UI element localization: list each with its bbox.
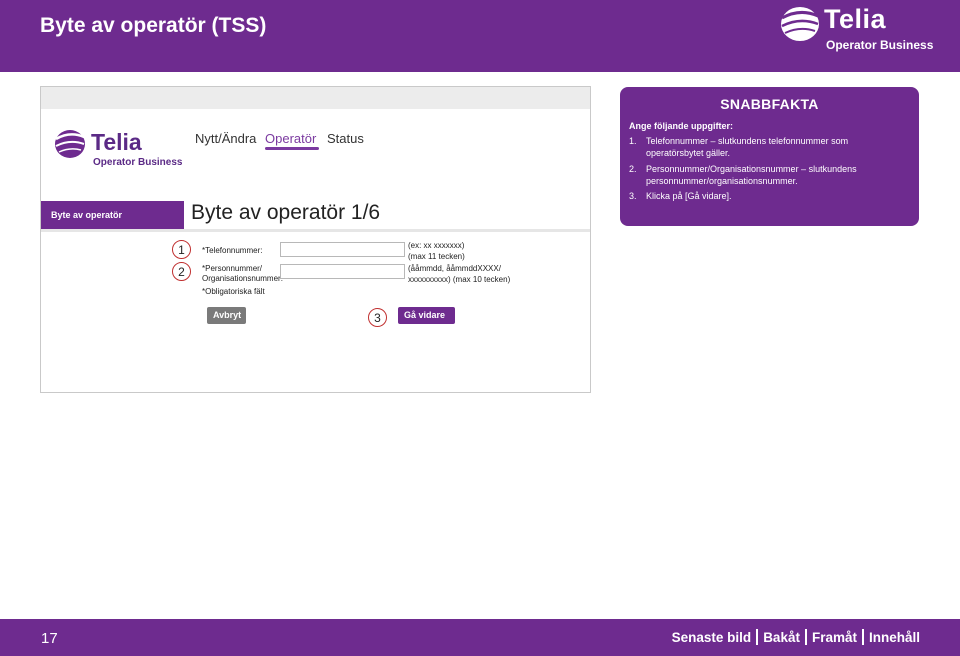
quick-facts-heading: SNABBFAKTA [720,96,819,112]
brand-name: Telia [824,4,887,34]
page-title: Byte av operatör (TSS) [40,14,267,37]
footer-bar: 17 Senaste bild Bakåt Framåt Innehåll [0,619,960,656]
item-text: Klicka på [Gå vidare]. [646,191,732,201]
marker-2: 2 [172,262,191,281]
telia-pebble-icon [781,7,819,41]
item-text: Telefonnummer – slutkundens telefonnumme… [646,136,849,158]
sidebar-item-byte-av-operator[interactable]: Byte av operatör [41,201,184,229]
personal-id-hint-1: (ååmmdd, ååmmddXXXX/ [408,264,501,273]
item-text: Personnummer/Organisationsnummer – slutk… [646,164,857,186]
personal-id-label-1: *Personnummer/ [202,264,263,273]
nav-item-status[interactable]: Status [327,131,364,146]
phone-hint-1: (ex: xx xxxxxxx) [408,241,465,250]
divider [804,629,807,645]
nav-item-nytt-andra[interactable]: Nytt/Ändra [195,131,256,146]
top-header: Byte av operatör (TSS) Telia Operator Bu… [0,0,960,72]
brand-sub: Operator Business [826,38,934,52]
quick-facts-intro: Ange följande uppgifter: [629,121,733,131]
footer-nav: Senaste bild Bakåt Framåt Innehåll [672,629,920,645]
next-button[interactable]: Gå vidare [398,307,455,324]
contents-link[interactable]: Innehåll [869,630,920,645]
required-note: *Obligatoriska fält [202,287,265,296]
telia-brand: Telia Operator Business [778,4,938,56]
form-logo: Telia Operator Business [53,127,193,171]
divider [861,629,864,645]
item-number: 3. [629,191,637,201]
form-logo-sub: Operator Business [93,157,183,168]
cancel-button[interactable]: Avbryt [207,307,246,324]
latest-slide-link[interactable]: Senaste bild [672,630,752,645]
back-link[interactable]: Bakåt [763,630,800,645]
telia-pebble-icon [55,130,85,158]
divider [756,629,759,645]
personal-id-label-2: Organisationsnummer: [202,274,283,283]
form-logo-name: Telia [91,129,142,155]
phone-label: *Telefonnummer: [202,246,263,255]
marker-1: 1 [172,240,191,259]
personal-id-hint-2: xxxxxxxxxx) (max 10 tecken) [408,275,511,284]
personal-id-input[interactable] [280,264,405,279]
phone-hint-2: (max 11 tecken) [408,252,465,261]
page-number: 17 [41,630,58,647]
marker-3: 3 [368,308,387,327]
phone-input[interactable] [280,242,405,257]
divider [41,229,590,232]
item-number: 2. [629,164,637,174]
nav-active-underline [265,147,319,150]
forward-link[interactable]: Framåt [812,630,857,645]
form-screenshot: Telia Operator Business Nytt/Ändra Opera… [40,86,591,393]
item-number: 1. [629,136,637,146]
browser-strip [41,87,590,109]
quick-facts-panel: SNABBFAKTA Ange följande uppgifter: 1. T… [620,87,919,226]
nav-item-operator[interactable]: Operatör [265,131,316,146]
form-title: Byte av operatör 1/6 [191,201,381,224]
